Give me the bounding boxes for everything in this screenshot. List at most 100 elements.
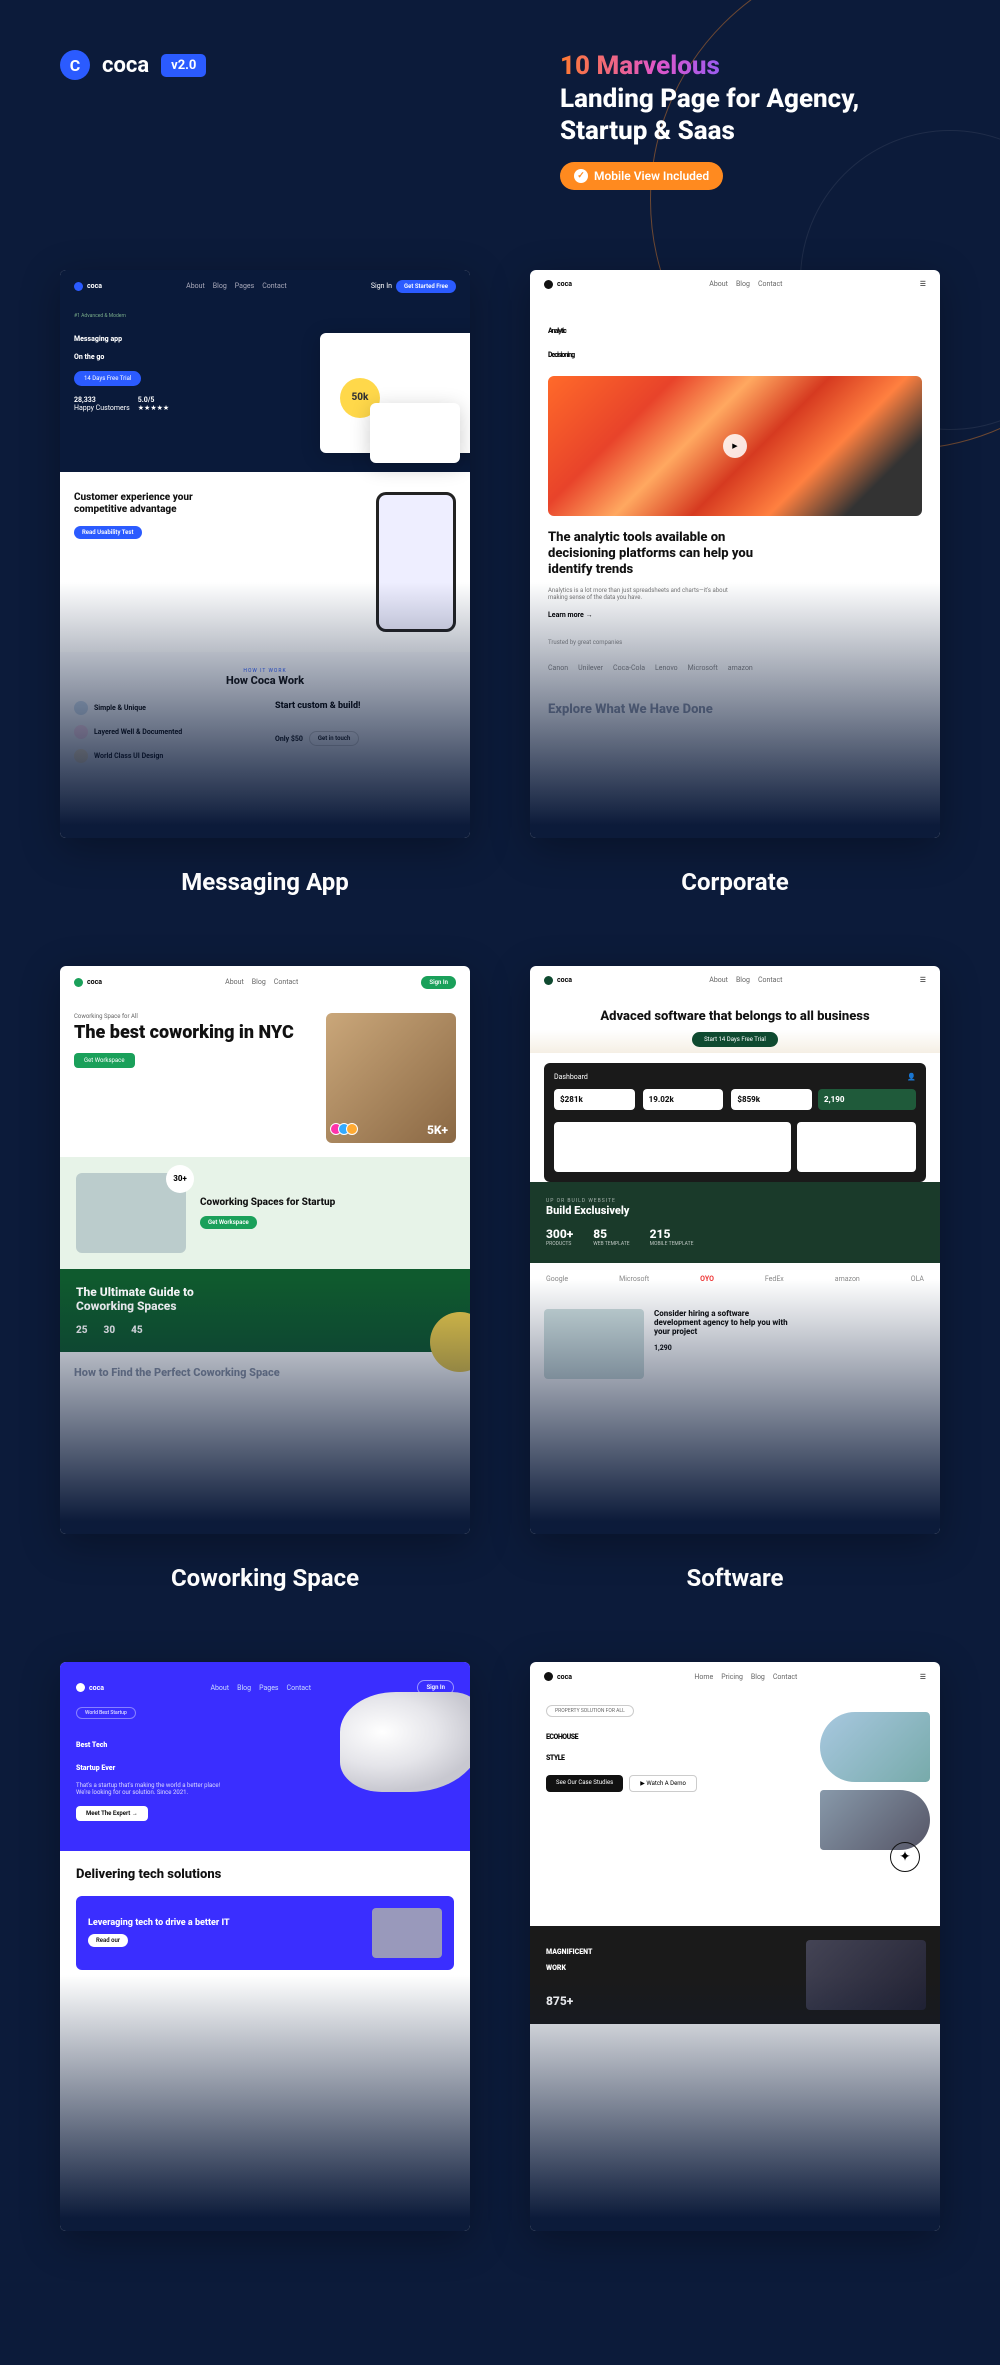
hero-image: 5K+ [326, 1013, 456, 1143]
house-image-1 [820, 1712, 930, 1782]
hero-images [820, 1712, 930, 1850]
mini-logo: coca [76, 1683, 104, 1692]
price-btn[interactable]: Get in touch [309, 731, 359, 746]
feature-icon [74, 749, 88, 763]
hero-cta[interactable]: Meet The Expert → [76, 1806, 148, 1821]
section-how-it-works: HOW IT WORK How Coca Work Simple & Uniqu… [60, 652, 470, 789]
sec2-title: Build Exclusively [546, 1204, 924, 1217]
preview-grid: coca AboutBlogPagesContact Sign In Get S… [0, 190, 1000, 2291]
hero-title: AnalyticDecisioning [548, 313, 922, 362]
mini-nav: AboutBlogContact [225, 978, 298, 986]
mini-nav: HomePricingBlogContact [694, 1673, 797, 1681]
sec2-title: Customer experience your competitive adv… [74, 492, 194, 516]
cell-software: coca AboutBlogContact ☰ Advaced software… [530, 966, 940, 1592]
dashboard-mockup: Dashboard👤 $281k19.02k$859k 2,190 [544, 1063, 926, 1182]
section-solutions: Delivering tech solutions Leveraging tec… [60, 1851, 470, 1986]
hero-cta[interactable]: Get Workspace [74, 1053, 135, 1068]
logo-icon: C [60, 50, 90, 80]
hero-eyebrow: #1 Advanced & Modern [74, 313, 456, 319]
menu-icon[interactable]: ☰ [920, 280, 926, 288]
section-experience: Customer experience your competitive adv… [60, 472, 470, 652]
cell-coworking: coca AboutBlogContact Sign In Coworking … [60, 966, 470, 1592]
caption-software: Software [686, 1564, 783, 1592]
section-agency: Consider hiring a software development a… [530, 1295, 940, 1393]
mobile-pill: ✓ Mobile View Included [560, 162, 723, 190]
sec2-title: Delivering tech solutions [76, 1867, 454, 1882]
house-image-2 [820, 1790, 930, 1850]
menu-icon[interactable]: ☰ [920, 976, 926, 984]
sec3-image [544, 1309, 644, 1379]
sec3-title: The Ultimate Guide to Coworking Spaces [76, 1285, 216, 1313]
cell-messaging: coca AboutBlogPagesContact Sign In Get S… [60, 270, 470, 896]
sec2-cta[interactable]: Read Usability Test [74, 526, 142, 539]
hero-cta[interactable]: 14 Days Free Trial [74, 371, 141, 386]
hero-title: The best coworking in NYC [74, 1024, 314, 1043]
caption-coworking: Coworking Space [171, 1564, 359, 1592]
headline-rest: Landing Page for Agency, Startup & Saas [560, 84, 859, 147]
brand-logos: CanonUnileverCoca-ColaLenovoMicrosoftama… [548, 664, 922, 672]
sec2-image: 30+ [76, 1173, 186, 1253]
hero-desc: That's a startup that's making the world… [76, 1782, 236, 1796]
star-badge: ✦ [890, 1842, 920, 1872]
trusted-label: Trusted by great companies [548, 639, 922, 646]
subtitle: The analytic tools available on decision… [548, 530, 758, 579]
feature-box: Leveraging tech to drive a better ITRead… [76, 1896, 454, 1970]
brand: C coca v2.0 [60, 50, 206, 80]
case-studies-button[interactable]: See Our Case Studies [546, 1775, 623, 1792]
learn-more-link[interactable]: Learn more → [548, 611, 593, 619]
hero-image: ▶ [548, 376, 922, 516]
sec4-title: How to Find the Perfect Coworking Space [60, 1352, 470, 1393]
box-image [372, 1908, 442, 1958]
play-icon[interactable]: ▶ [723, 434, 747, 458]
read-button[interactable]: Read our [88, 1934, 128, 1947]
mini-logo: coca [74, 978, 102, 987]
mini-logo: coca [544, 976, 572, 985]
preview-software[interactable]: coca AboutBlogContact ☰ Advaced software… [530, 966, 940, 1534]
feature-icon [74, 701, 88, 715]
hero-tag: Coworking Space for All [74, 1013, 314, 1020]
section-guide: The Ultimate Guide to Coworking Spaces 2… [60, 1269, 470, 1352]
preview-ecohouse[interactable]: coca HomePricingBlogContact ☰ PROPERTY S… [530, 1662, 940, 2230]
chart-bar [797, 1122, 916, 1172]
check-icon: ✓ [574, 169, 588, 183]
sec3-title: How Coca Work [74, 674, 456, 687]
brand-logos: GoogleMicrosoftOYOFedExamazonOLA [530, 1263, 940, 1295]
description: Analytics is a lot more than just spread… [548, 587, 748, 601]
feature-icon [74, 725, 88, 739]
cell-tech: coca AboutBlogPagesContact Sign In World… [60, 1662, 470, 2230]
phone-mockup [376, 492, 456, 632]
signin-button[interactable]: Sign In [421, 976, 456, 989]
preview-corporate[interactable]: coca AboutBlogContact ☰ AnalyticDecision… [530, 270, 940, 838]
sec2-title: Coworking Spaces for Startup [200, 1197, 335, 1208]
preview-messaging[interactable]: coca AboutBlogPagesContact Sign In Get S… [60, 270, 470, 838]
caption-corporate: Corporate [681, 868, 788, 896]
signin-link[interactable]: Sign In [371, 282, 392, 290]
sec2-cta[interactable]: Get Workspace [200, 1216, 257, 1229]
hero-cta[interactable]: Start 14 Days Free Trial [692, 1032, 778, 1047]
headline: 10 Marvelous Landing Page for Agency, St… [560, 50, 940, 148]
section-startup: 30+ Coworking Spaces for Startup Get Wor… [60, 1157, 470, 1269]
robot-hand [340, 1692, 470, 1792]
yellow-circle [430, 1312, 470, 1372]
section-build: UP OR BUILD WEBSITE Build Exclusively 30… [530, 1182, 940, 1263]
version-badge: v2.0 [161, 54, 206, 77]
preview-tech[interactable]: coca AboutBlogPagesContact Sign In World… [60, 1662, 470, 2230]
watch-demo-button[interactable]: ▶ Watch A Demo [629, 1775, 697, 1792]
headline-accent: 10 Marvelous [560, 51, 720, 81]
cell-corporate: coca AboutBlogContact ☰ AnalyticDecision… [530, 270, 940, 896]
preview-coworking[interactable]: coca AboutBlogContact Sign In Coworking … [60, 966, 470, 1534]
hero-title: Advaced software that belongs to all bus… [548, 1009, 922, 1024]
mini-logo: coca [544, 1672, 572, 1681]
float-card-2 [370, 403, 460, 463]
badge-30: 30+ [166, 1165, 194, 1193]
cell-ecohouse: coca HomePricingBlogContact ☰ PROPERTY S… [530, 1662, 940, 2230]
cta-button[interactable]: Get Started Free [396, 280, 456, 293]
mini-nav: AboutBlogContact [709, 280, 782, 288]
hero-tag: World Best Startup [76, 1707, 136, 1719]
chart-line [554, 1122, 791, 1172]
intro-block: 10 Marvelous Landing Page for Agency, St… [560, 50, 940, 190]
brand-name: coca [102, 53, 149, 78]
mini-nav: AboutBlogPagesContact [210, 1684, 311, 1692]
menu-icon[interactable]: ☰ [920, 1673, 926, 1681]
pill-label: Mobile View Included [594, 169, 709, 183]
